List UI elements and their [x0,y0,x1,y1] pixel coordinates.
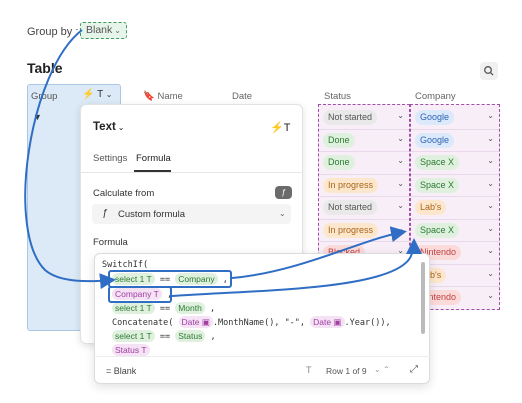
divider [80,172,303,173]
text-type-icon: T [146,303,152,313]
tab-formula[interactable]: Formula [136,153,171,164]
search-button[interactable] [480,62,498,80]
chevron-down-icon: ⌄ [114,26,121,35]
calculate-from-label: Calculate from [93,188,155,199]
company-cell[interactable]: Space X [415,222,460,238]
status-column-header[interactable]: Status [324,91,351,102]
chevron-down-icon[interactable]: ⌄ [397,156,404,165]
bookmark-icon: 🔖 [143,91,155,102]
company-cell[interactable]: Google [415,132,455,148]
row-divider [411,128,499,130]
row-navigation[interactable]: ⌄ ⌃ [374,365,390,374]
row-divider [319,241,409,242]
chevron-down-icon[interactable]: ⌄ [487,156,494,165]
row-divider [411,151,499,152]
calendar-icon: ▣ [201,317,210,327]
status-token[interactable]: Status [175,330,206,342]
group-column-header: Group [31,91,58,102]
bolt-icon: ⚡ [270,122,284,134]
status-cell[interactable]: Done [323,132,355,148]
month-token[interactable]: Month [175,302,205,314]
calculate-from-value: Custom formula [118,209,186,220]
table-title: Table [27,60,63,76]
function-icon: ƒ [275,186,292,199]
group-by-select[interactable]: Blank ⌄ [80,22,127,39]
chevron-down-icon[interactable]: ⌄ [374,365,381,374]
group-column-type-icons[interactable]: ⚡ T ⌄ [82,89,112,100]
row-divider [319,196,409,197]
company-cell[interactable]: Google [415,110,455,125]
text-type-icon: T [306,365,312,375]
chevron-down-icon[interactable]: ⌄ [487,224,494,233]
group-by-label: Group by : [27,26,79,38]
text-type-icon: T [146,331,152,341]
chevron-down-icon[interactable]: ⌄ [397,224,404,233]
code-line-7: Status T [112,344,150,356]
select-token[interactable]: select 1 T [112,302,155,314]
row-divider [411,218,499,220]
company-cell[interactable]: Space X [415,177,460,193]
status-cell[interactable]: Not started [323,200,378,215]
chevron-down-icon[interactable]: ⌄ [487,246,494,255]
chevron-down-icon[interactable]: ⌄ [397,179,404,188]
chevron-down-icon[interactable]: ⌄ [397,201,404,210]
chevron-down-icon[interactable]: ⌄ [487,179,494,188]
column-type-select[interactable]: Text ⌄ [93,121,125,133]
status-field-token[interactable]: Status T [112,344,150,356]
chevron-down-icon[interactable]: ⌄ [487,134,494,143]
chevron-down-icon[interactable]: ⌄ [397,134,404,143]
chevron-down-icon[interactable]: ⌄ [487,291,494,300]
code-line-6: select 1 T == Status , [112,330,216,342]
row-divider [411,173,499,175]
chevron-down-icon: ⌄ [279,209,286,218]
calendar-icon: ▣ [333,317,342,327]
status-cell[interactable]: Done [323,155,355,170]
chevron-down-icon: ⌄ [105,90,113,99]
tab-settings[interactable]: Settings [93,153,127,164]
popup-type-icons[interactable]: ⚡T [270,121,290,134]
row-divider [319,128,409,130]
row-divider [411,241,499,242]
select-token[interactable]: select 1 T [112,330,155,342]
name-column-header[interactable]: 🔖 Name [143,91,183,102]
search-icon [484,66,494,76]
formula-result: = Blank [106,366,137,376]
editor-scrollbar[interactable] [421,262,425,334]
chevron-down-icon[interactable]: ⌄ [487,201,494,210]
chevron-up-icon[interactable]: ⌃ [383,365,390,374]
text-type-icon: T [141,345,147,355]
chevron-down-icon[interactable]: ⌄ [487,269,494,278]
row-divider [319,151,409,152]
row-divider [319,173,409,175]
company-column-header[interactable]: Company [415,91,456,102]
status-cell[interactable]: Not started [323,110,378,125]
expand-caret-icon[interactable]: ▼ [33,112,42,122]
divider [94,356,430,357]
status-cell[interactable]: In progress [323,222,379,238]
highlight-box-company [108,286,172,303]
text-type-icon: T [97,89,103,100]
code-line-4: select 1 T == Month , [112,302,215,314]
date-field-token[interactable]: Date ▣ [310,316,345,328]
status-cell[interactable]: In progress [323,177,379,193]
row-divider [319,218,409,220]
row-divider [411,196,499,197]
bolt-icon: ⚡ [82,89,95,100]
date-field-token[interactable]: Date ▣ [178,316,213,328]
chevron-down-icon: ⌄ [117,123,125,132]
function-icon: ƒ [102,208,108,219]
expand-icon[interactable]: ⤢ [410,364,418,375]
row-indicator: Row 1 of 9 [326,366,367,376]
date-column-header[interactable]: Date [232,91,252,102]
formula-label: Formula [93,237,128,248]
code-line-1: SwitchIf( [102,260,149,270]
code-line-5: Concatenate( Date ▣ .MonthName(), "-", Da… [112,316,391,328]
company-cell[interactable]: Space X [415,155,460,170]
chevron-down-icon[interactable]: ⌄ [397,111,404,120]
text-type-icon: T [283,122,291,134]
chevron-down-icon[interactable]: ⌄ [487,111,494,120]
company-cell[interactable]: Lab's [415,200,447,215]
